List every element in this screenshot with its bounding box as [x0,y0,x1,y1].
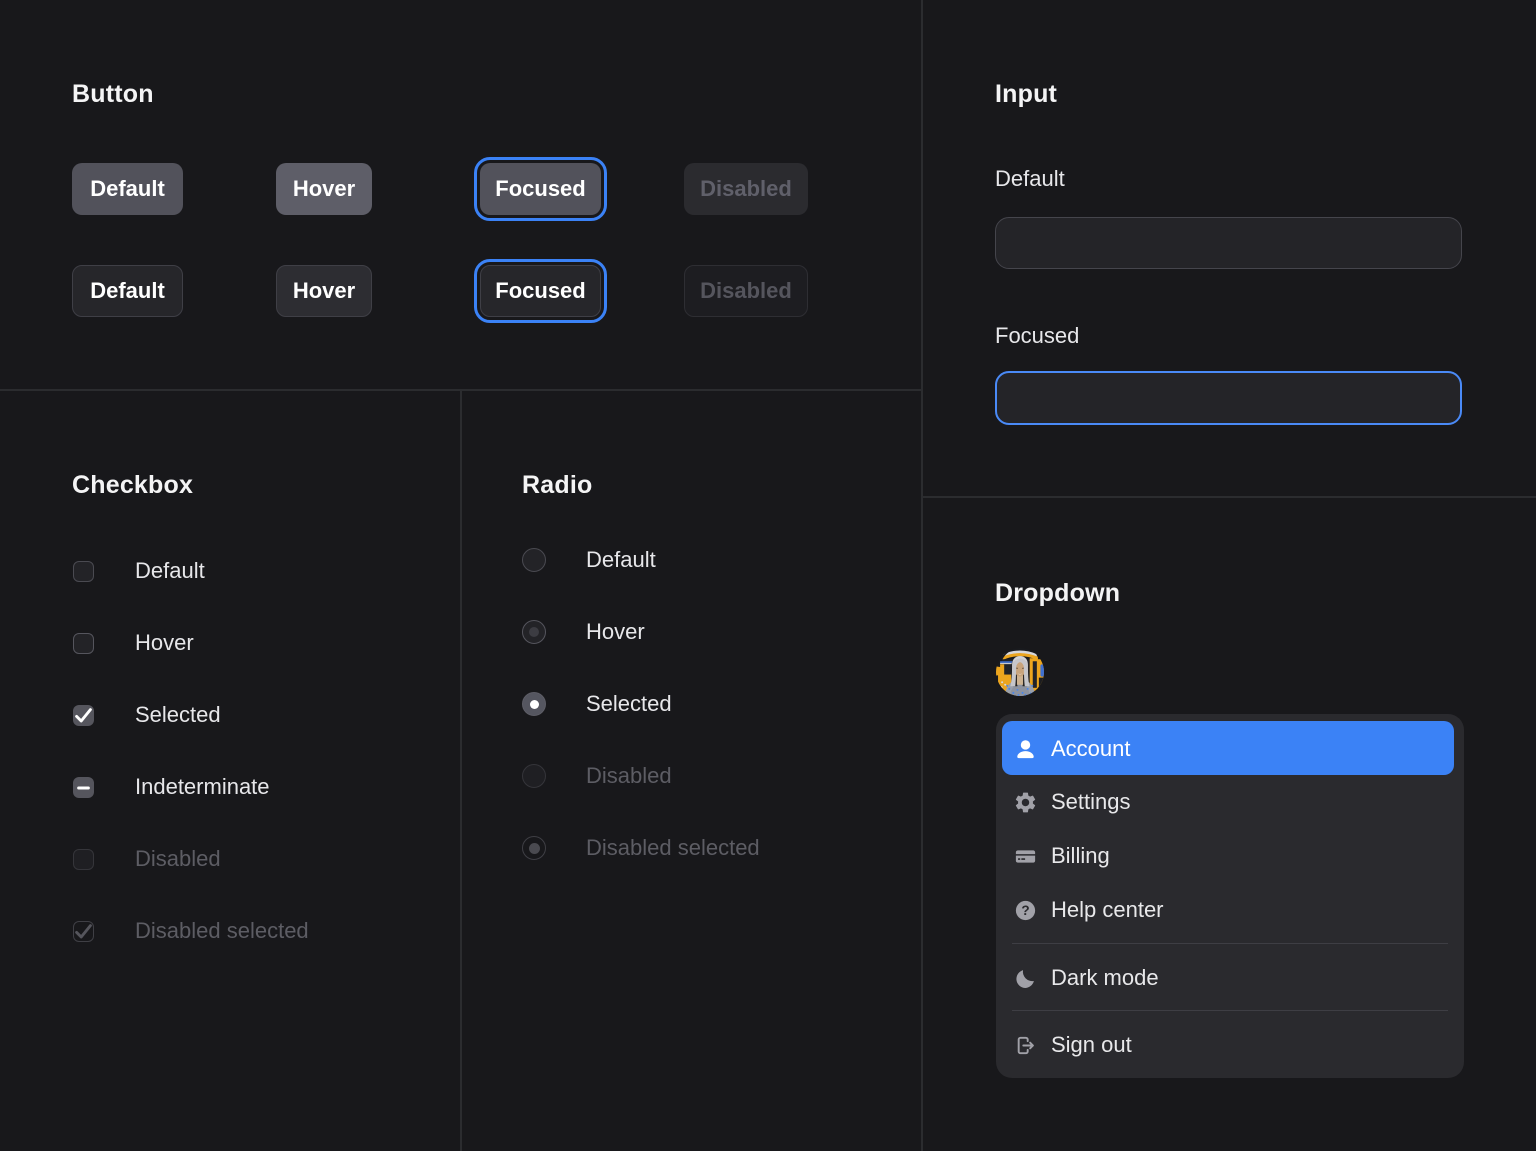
svg-text:?: ? [1021,903,1029,918]
